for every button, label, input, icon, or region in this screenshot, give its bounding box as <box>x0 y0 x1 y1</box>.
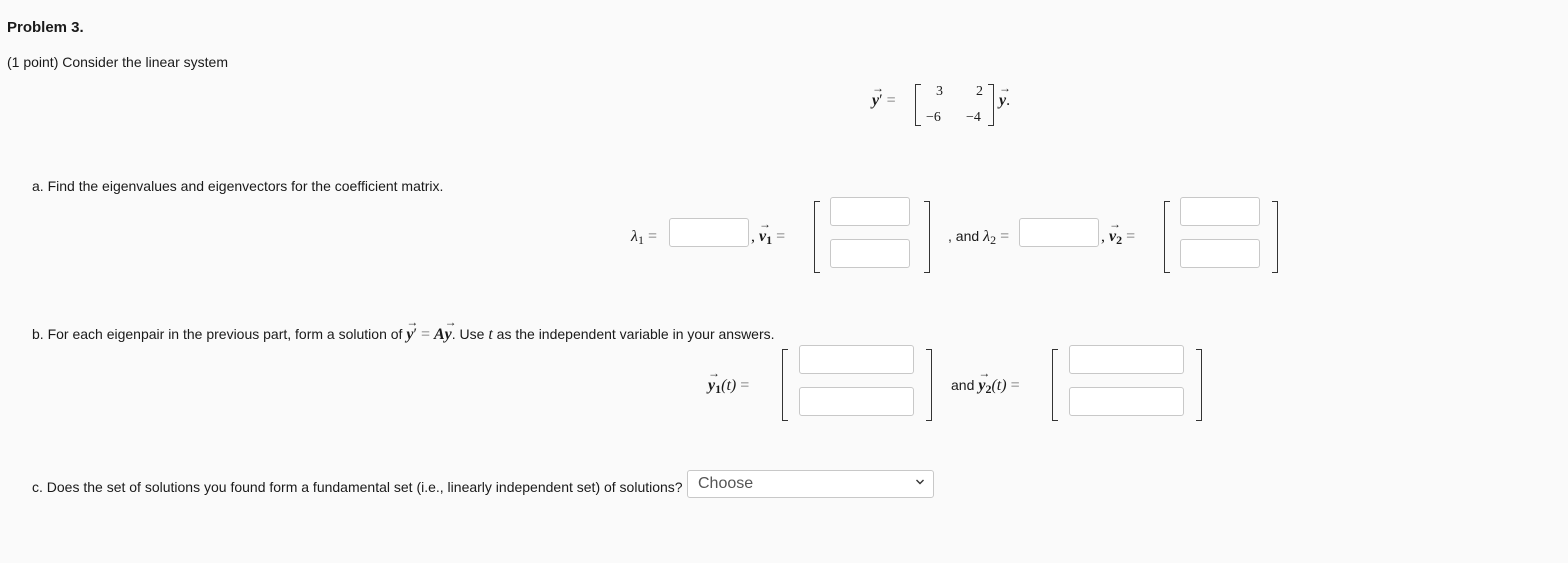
lambda2-input[interactable] <box>1019 218 1099 247</box>
part-b-prompt: b. For each eigenpair in the previous pa… <box>32 315 775 344</box>
select-value: Choose <box>698 475 754 492</box>
system-matrix-left-bracket <box>915 84 921 126</box>
system-matrix-right-bracket <box>988 84 994 126</box>
y1-left-bracket <box>782 349 788 421</box>
v1-component-2-input[interactable] <box>830 239 910 268</box>
matrix-entry: 2 <box>976 84 983 99</box>
part-c-prompt: c. Does the set of solutions you found f… <box>32 479 683 495</box>
matrix-entry: 3 <box>936 84 943 99</box>
chevron-down-icon <box>916 479 924 485</box>
v1-left-bracket <box>814 201 820 273</box>
y2-label: and y2(t)= <box>951 366 1024 397</box>
v2-component-2-input[interactable] <box>1180 239 1260 268</box>
v1-right-bracket <box>924 201 930 273</box>
v1-label: , v1= <box>751 217 789 248</box>
y2-left-bracket <box>1052 349 1058 421</box>
y2-component-1-input[interactable] <box>1069 345 1184 374</box>
v2-component-1-input[interactable] <box>1180 197 1260 226</box>
y-vector: y <box>872 81 884 110</box>
y1-component-1-input[interactable] <box>799 345 914 374</box>
v2-right-bracket <box>1272 201 1278 273</box>
system-rhs: y. <box>999 81 1011 110</box>
problem-title: Problem 3. <box>7 19 84 36</box>
y1-label: y1(t)= <box>708 366 753 397</box>
lambda2-label: , and λ2 = <box>948 228 1010 247</box>
matrix-entry: −6 <box>926 110 941 125</box>
y1-component-2-input[interactable] <box>799 387 914 416</box>
y2-right-bracket <box>1196 349 1202 421</box>
problem-intro: (1 point) Consider the linear system <box>7 54 228 70</box>
v2-label: , v2= <box>1101 217 1139 248</box>
lambda1-input[interactable] <box>669 218 749 247</box>
y-vector: y <box>999 81 1011 110</box>
v1-component-1-input[interactable] <box>830 197 910 226</box>
lambda1-label: λ1 = <box>631 228 657 247</box>
system-equation: y′= <box>872 81 900 110</box>
y2-component-2-input[interactable] <box>1069 387 1184 416</box>
y1-right-bracket <box>926 349 932 421</box>
fundamental-set-select[interactable]: Choose <box>687 470 934 498</box>
v2-left-bracket <box>1164 201 1170 273</box>
matrix-entry: −4 <box>966 110 981 125</box>
part-a-prompt: a. Find the eigenvalues and eigenvectors… <box>32 178 444 194</box>
